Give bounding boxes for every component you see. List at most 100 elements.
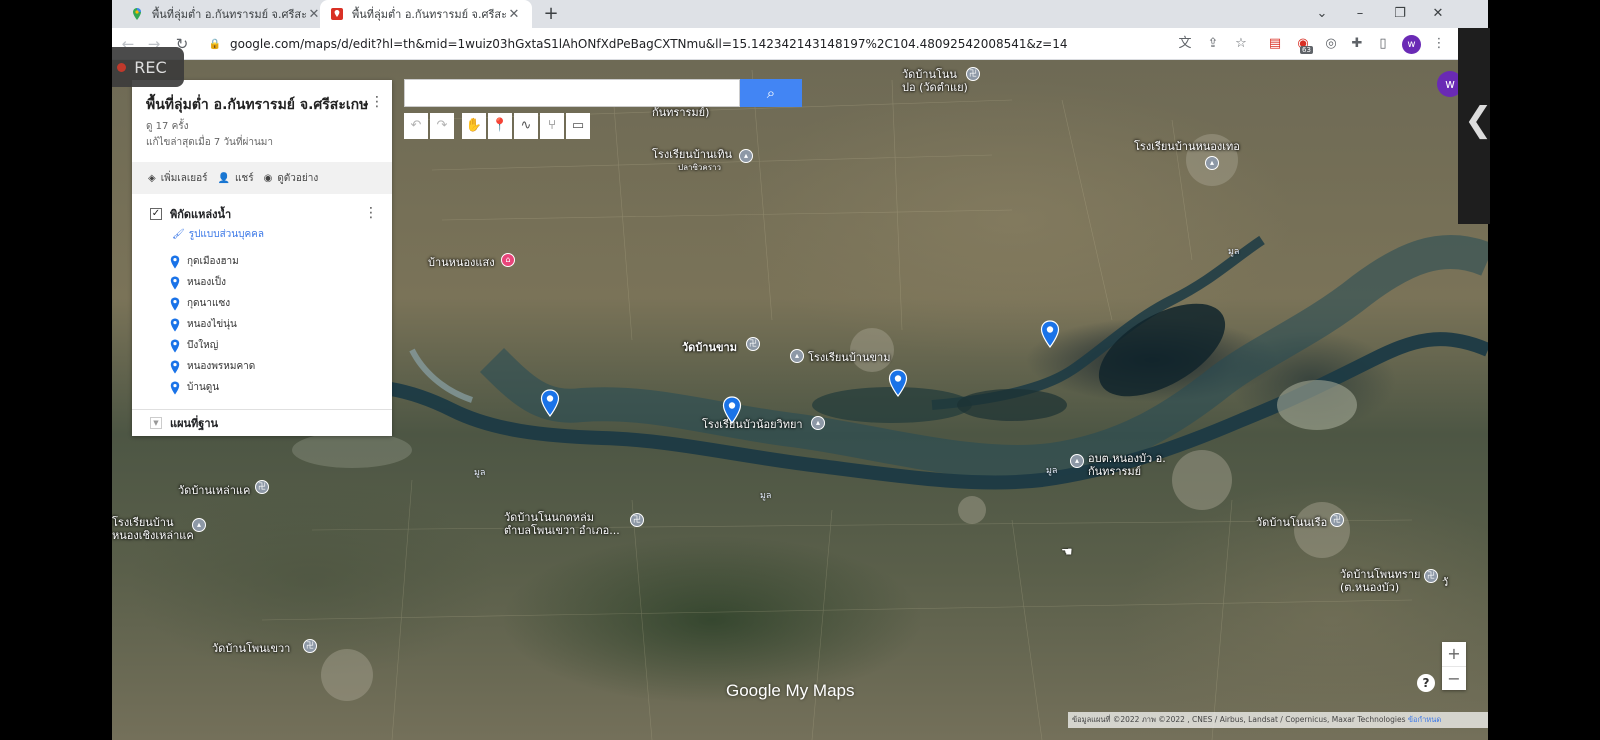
chevron-left-icon[interactable]: ❮ [1464,100,1493,140]
browser-toolbar: ← → ↻ 🔒 google.com/maps/d/edit?hl=th&mid… [112,28,1488,60]
layer-name[interactable]: พิกัดแหล่งน้ำ [170,205,231,223]
lock-icon: 🔒 [208,38,222,50]
media-extension-icon[interactable]: ◎ [1322,35,1340,53]
add-layer-button[interactable]: ◈ เพิ่มเลเยอร์ [148,171,208,186]
map-label-school-ban-thin[interactable]: โรงเรียนบ้านเทิน [652,148,732,161]
map-label-wat-non-kotlam[interactable]: วัดบ้านโนนกดหล่ม ตำบลโพนเขวา อำเภอ... [504,511,620,537]
poi-hotel-icon[interactable]: ⌂ [501,253,515,267]
list-item[interactable]: บึงใหญ่ [170,335,255,356]
map-label-wat-ban-kham[interactable]: วัดบ้านขาม [682,341,737,354]
browser-window: พื้นที่ลุ่มต่ำ อ.กันทรารมย์ จ.ศรีสะเกษ -… [112,0,1488,740]
tab-strip: พื้นที่ลุ่มต่ำ อ.กันทรารมย์ จ.ศรีสะเกษ -… [112,0,1488,28]
list-item[interactable]: กุดเมืองฮาม [170,251,255,272]
poi-school-icon[interactable]: ▴ [739,149,753,163]
tab-title: พื้นที่ลุ่มต่ำ อ.กันทรารมย์ จ.ศรีสะเกษ - [152,8,306,21]
poi-temple-icon[interactable]: 卍 [255,480,269,494]
poi-temple-icon[interactable]: 卍 [746,337,760,351]
layer-menu-icon[interactable]: ⋮ [364,205,378,221]
map-label-wat-lao-khae[interactable]: วัดบ้านเหล่าแค [178,484,250,497]
list-item[interactable]: บ้านดูน [170,377,255,398]
restore-button[interactable]: ❐ [1386,4,1414,24]
map-search-button[interactable]: ⌕ [740,79,802,107]
close-tab-icon[interactable]: ✕ [506,7,522,22]
ruler-icon[interactable]: ▭ [566,113,590,139]
preview-button[interactable]: ◉ ดูตัวอย่าง [264,171,319,186]
map-label-school-ban-nong-cheng[interactable]: โรงเรียนบ้าน หนองเชิงเหล่าแค [112,516,194,542]
chevron-down-icon[interactable]: ▼ [150,417,162,429]
map-label-school-ban-kham[interactable]: โรงเรียนบ้านขาม [808,351,890,364]
map-pin-marker[interactable] [540,389,560,417]
address-bar[interactable]: 🔒 google.com/maps/d/edit?hl=th&mid=1wuiz… [208,32,1288,56]
profile-avatar[interactable]: w [1402,35,1421,54]
map-title[interactable]: พื้นที่ลุ่มต่ำ อ.กันทรารมย์ จ.ศรีสะเกษ [146,94,368,116]
layer-style-link[interactable]: 🖌 รูปแบบส่วนบุคคล [172,227,264,242]
marker-icon[interactable]: 📍 [488,113,512,139]
map-canvas[interactable]: วัดบ้านโนน ปอ (วัดตำแย) 卍 กันทรารมย์) โรง… [112,60,1488,740]
line-icon[interactable]: ∿ [514,113,538,139]
undo-icon[interactable]: ↶ [404,113,428,139]
hand-icon[interactable]: ✋ [462,113,486,139]
map-pin-marker[interactable] [1040,320,1060,348]
terms-link[interactable]: ข้อกำหนด [1408,715,1441,724]
tab-title: พื้นที่ลุ่มต่ำ อ.กันทรารมย์ จ.ศรีสะเกษ - [352,8,506,21]
map-label-wat-phon-sai[interactable]: วัดบ้านโพนทราย (ต.หนองบัว) [1340,568,1420,594]
redo-icon[interactable]: ↷ [430,113,454,139]
pin-icon [170,360,180,373]
pdf-extension-icon[interactable]: ▤ [1266,35,1284,53]
map-label-wat-non-ruea[interactable]: วัดบ้านโนนเรือ [1256,516,1327,529]
basemap-section[interactable]: ▼ แผนที่ฐาน [132,409,392,436]
help-button[interactable]: ? [1417,674,1435,692]
poi-temple-icon[interactable]: 卍 [630,513,644,527]
poi-school-icon[interactable]: ▴ [192,518,206,532]
extensions-puzzle-icon[interactable]: ✚ [1348,35,1366,53]
poi-temple-icon[interactable]: 卍 [303,639,317,653]
translate-icon[interactable]: 文 [1176,35,1194,53]
poi-temple-icon[interactable]: 卍 [1424,569,1438,583]
list-item[interactable]: หนองพรหมคาด [170,356,255,377]
view-count: ดู 17 ครั้ง [146,121,189,132]
list-item[interactable]: กุดนาแซง [170,293,255,314]
tab-maps-1[interactable]: พื้นที่ลุ่มต่ำ อ.กันทรารมย์ จ.ศรีสะเกษ -… [120,0,332,28]
zoom-out-button[interactable]: − [1442,667,1466,691]
zoom-in-button[interactable]: + [1442,642,1466,666]
poi-temple-icon[interactable]: 卍 [966,67,980,81]
place-name: กุดเมืองฮาม [187,256,239,267]
tab-search-icon[interactable]: ⌄ [1308,4,1336,24]
poi-government-icon[interactable]: ▴ [1070,454,1084,468]
place-list: กุดเมืองฮาม หนองเป็ง กุดนาแซง หนองไข่นุ่… [170,251,255,398]
map-label-obt-nong-bua[interactable]: อบต.หนองบัว อ. กันทรารมย์ [1088,452,1166,478]
map-toolbar: ↶ ↷ ✋ 📍 ∿ ⑂ ▭ [404,113,590,139]
map-search-input[interactable] [404,79,740,107]
poi-school-icon[interactable]: ▴ [790,349,804,363]
route-icon[interactable]: ⑂ [540,113,564,139]
map-pin-marker[interactable] [722,396,742,424]
new-tab-button[interactable]: + [540,4,562,26]
share-page-icon[interactable]: ⇪ [1204,35,1222,53]
map-label-wat-phon-khwao[interactable]: วัดบ้านโพนเขวา [212,642,290,655]
bookmark-star-icon[interactable]: ☆ [1232,35,1250,53]
poi-school-icon[interactable]: ▴ [1205,156,1219,170]
minimize-button[interactable]: – [1346,4,1374,24]
list-item[interactable]: หนองเป็ง [170,272,255,293]
map-label-school-nong-thoe[interactable]: โรงเรียนบ้านหนองเทอ [1134,140,1240,153]
record-dot-icon [117,62,127,72]
poi-school-icon[interactable]: ▴ [811,416,825,430]
side-drawer-handle[interactable]: ❮ [1458,28,1493,224]
layer-visibility-checkbox[interactable]: ✓ [150,208,162,220]
map-label-ban-nong-saeng[interactable]: บ้านหนองแสง [428,256,495,269]
pin-icon [170,318,180,331]
map-label-wat-ban-non-po[interactable]: วัดบ้านโนน ปอ (วัดตำแย) [902,68,968,94]
place-name: หนองพรหมคาด [187,361,256,372]
list-item[interactable]: หนองไข่นุ่น [170,314,255,335]
map-pin-marker[interactable] [888,369,908,397]
search-icon: ⌕ [766,84,776,102]
poi-temple-icon[interactable]: 卍 [1330,513,1344,527]
panel-menu-icon[interactable]: ⋮ [370,94,384,110]
close-window-button[interactable]: ✕ [1424,4,1452,24]
map-label-school-bua-noi[interactable]: โรงเรียนบัวน้อยวิทยา [702,418,803,431]
share-button[interactable]: 👤 แชร์ [218,171,254,186]
side-panel-icon[interactable]: ▯ [1374,35,1392,53]
chrome-menu-icon[interactable]: ⋮ [1430,35,1448,53]
tab-maps-2[interactable]: พื้นที่ลุ่มต่ำ อ.กันทรารมย์ จ.ศรีสะเกษ -… [320,0,532,28]
place-name: บึงใหญ่ [187,340,219,351]
